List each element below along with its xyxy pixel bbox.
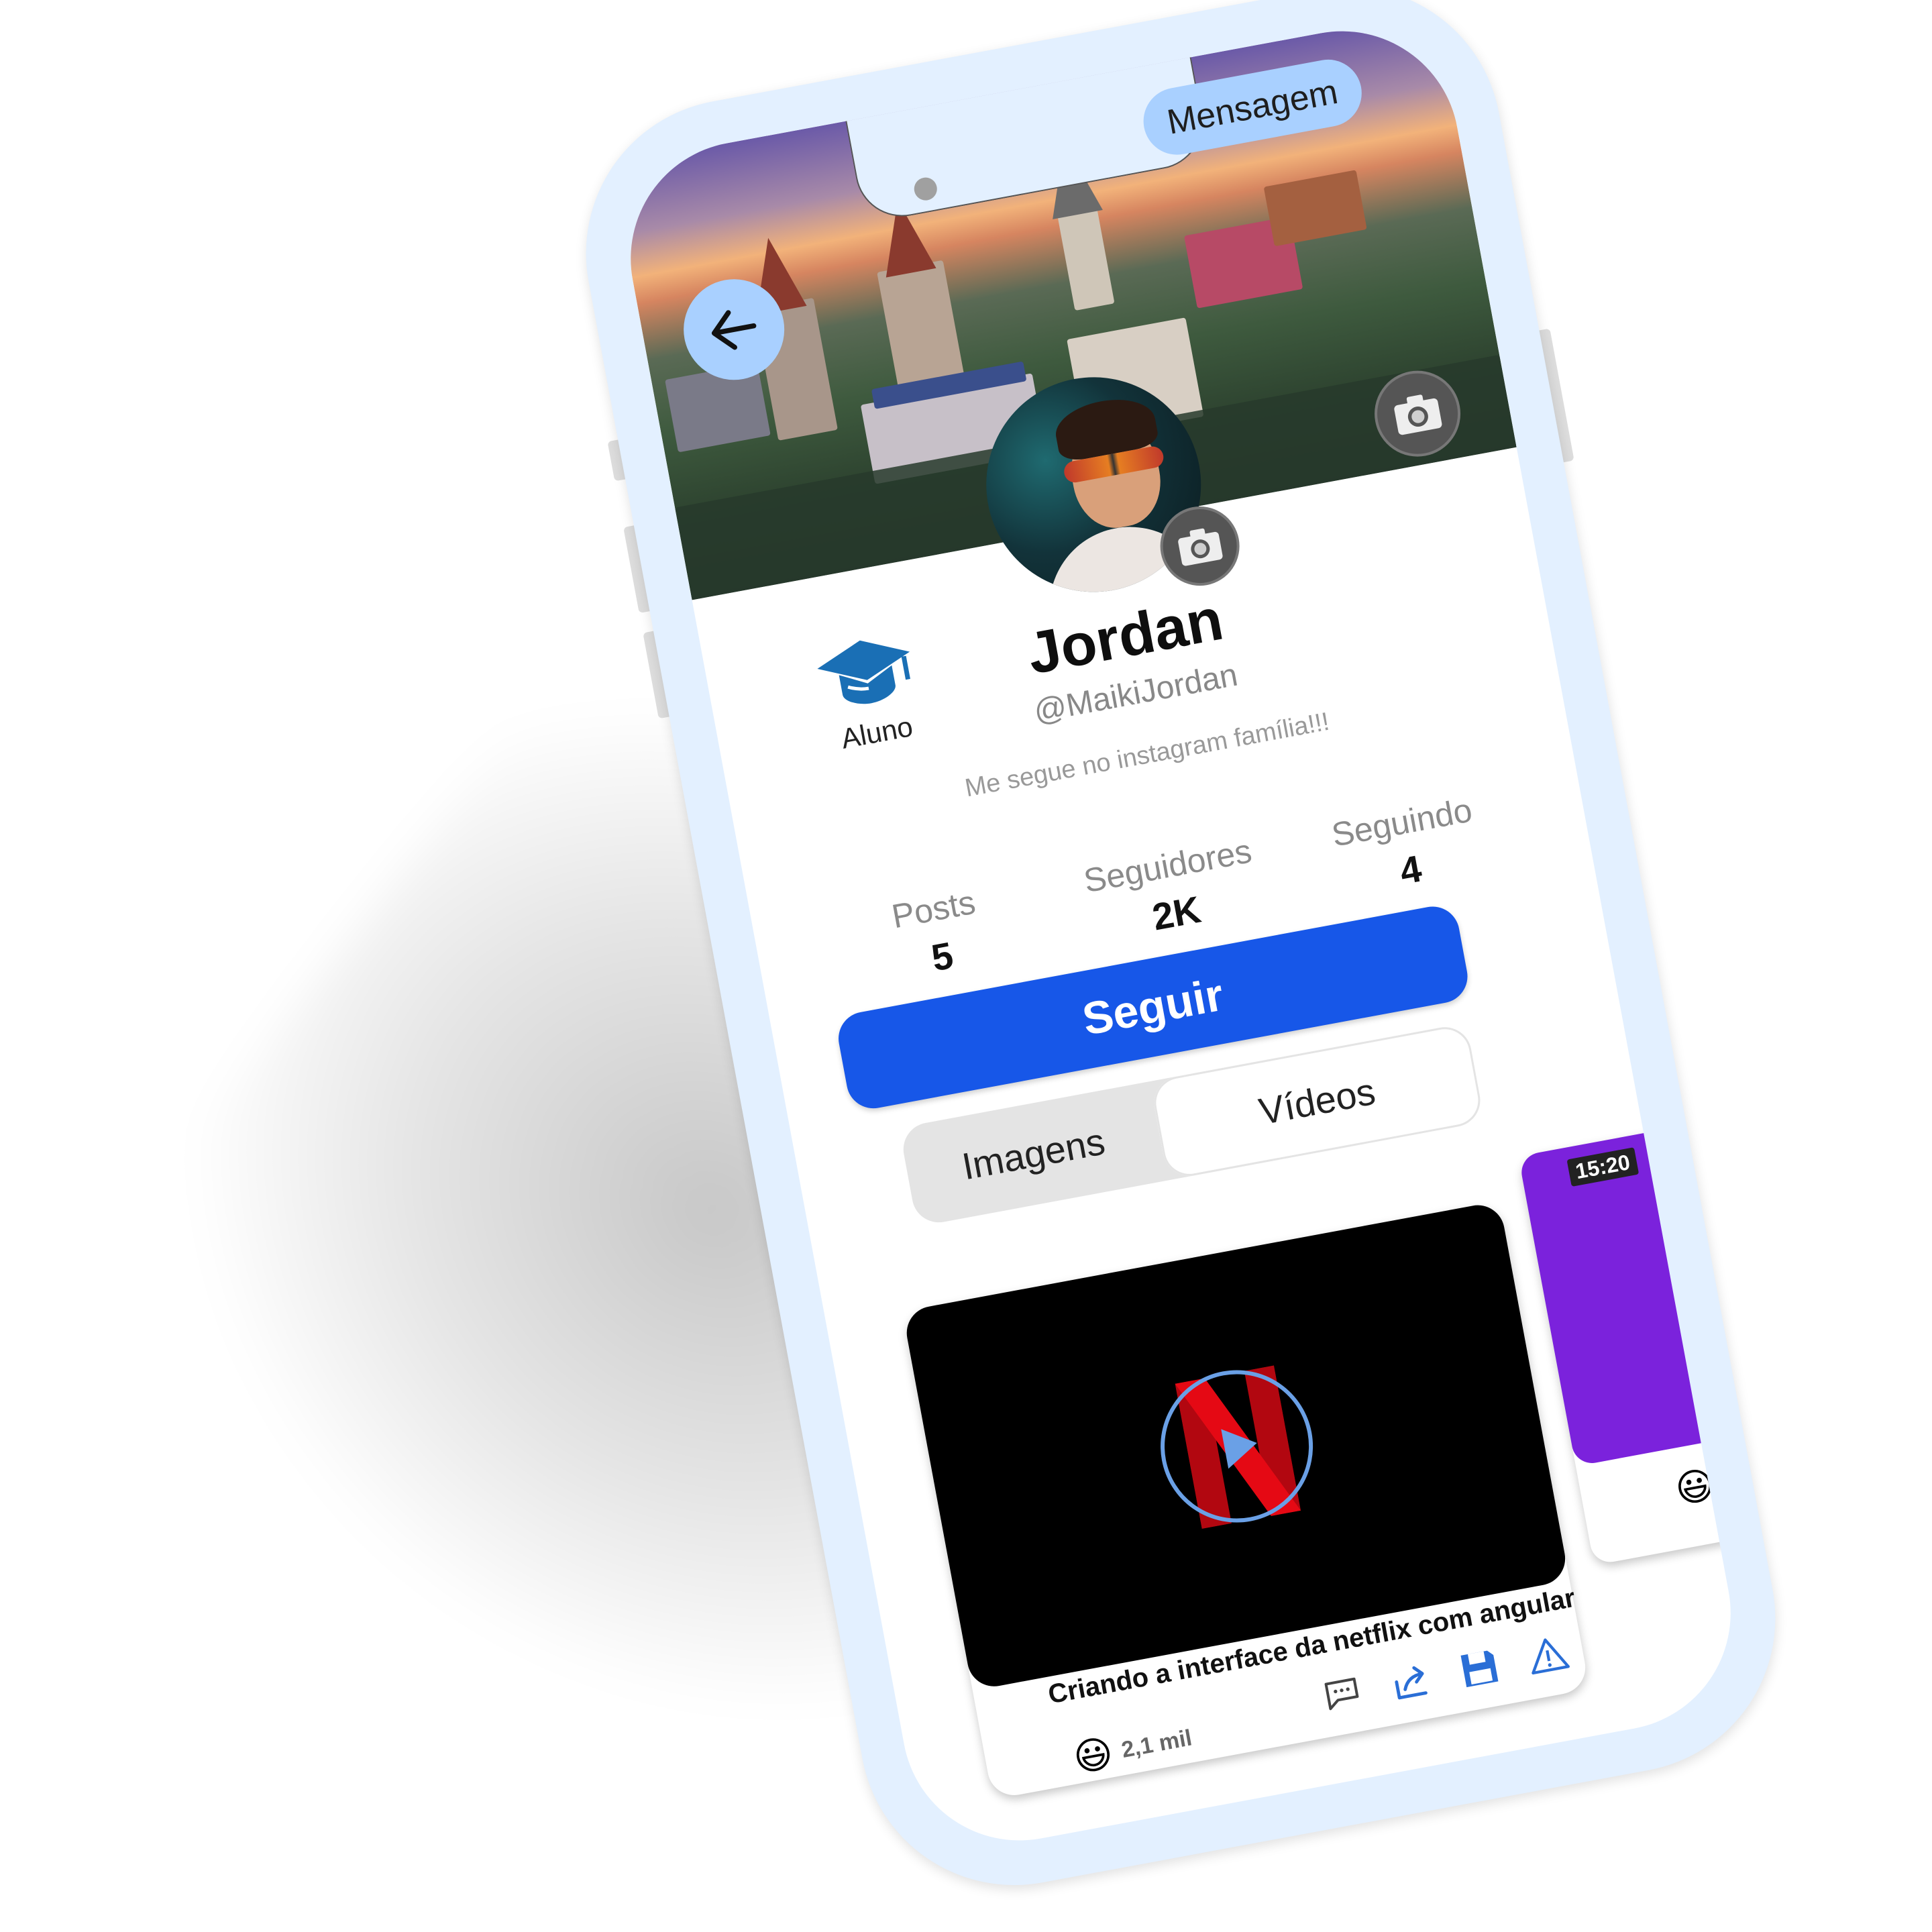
back-arrow-icon: [711, 310, 757, 350]
camera-icon: [1178, 528, 1223, 566]
stat-posts[interactable]: Posts 5: [831, 872, 1045, 996]
video-duration: 15:20: [1566, 1147, 1640, 1187]
reaction-emoji: 😃: [1672, 1462, 1719, 1511]
video-reactions[interactable]: 😃 2,1: [1672, 1454, 1750, 1512]
tab-images[interactable]: Imagens: [899, 1081, 1168, 1227]
video-thumbnail[interactable]: 15:20: [1518, 1112, 1750, 1466]
comment-icon[interactable]: [1318, 1669, 1368, 1719]
stat-following[interactable]: Seguindo 4: [1299, 785, 1513, 909]
reaction-emoji: 😃: [1070, 1731, 1117, 1780]
front-camera: [912, 175, 939, 203]
stat-followers[interactable]: Seguidores 2K: [1065, 828, 1279, 953]
video-reactions[interactable]: 😃 2,1 mil: [1070, 1716, 1195, 1781]
report-icon[interactable]: [1523, 1631, 1573, 1681]
reaction-count: 2,1 mil: [1119, 1724, 1194, 1763]
save-icon[interactable]: [1454, 1644, 1505, 1694]
play-icon: [1220, 1428, 1257, 1468]
share-icon[interactable]: [1386, 1656, 1436, 1707]
video-card[interactable]: Criando a interface da netflix com angul…: [902, 1201, 1590, 1800]
camera-icon: [1394, 394, 1442, 435]
reaction-count: 2,1: [1719, 1463, 1750, 1495]
